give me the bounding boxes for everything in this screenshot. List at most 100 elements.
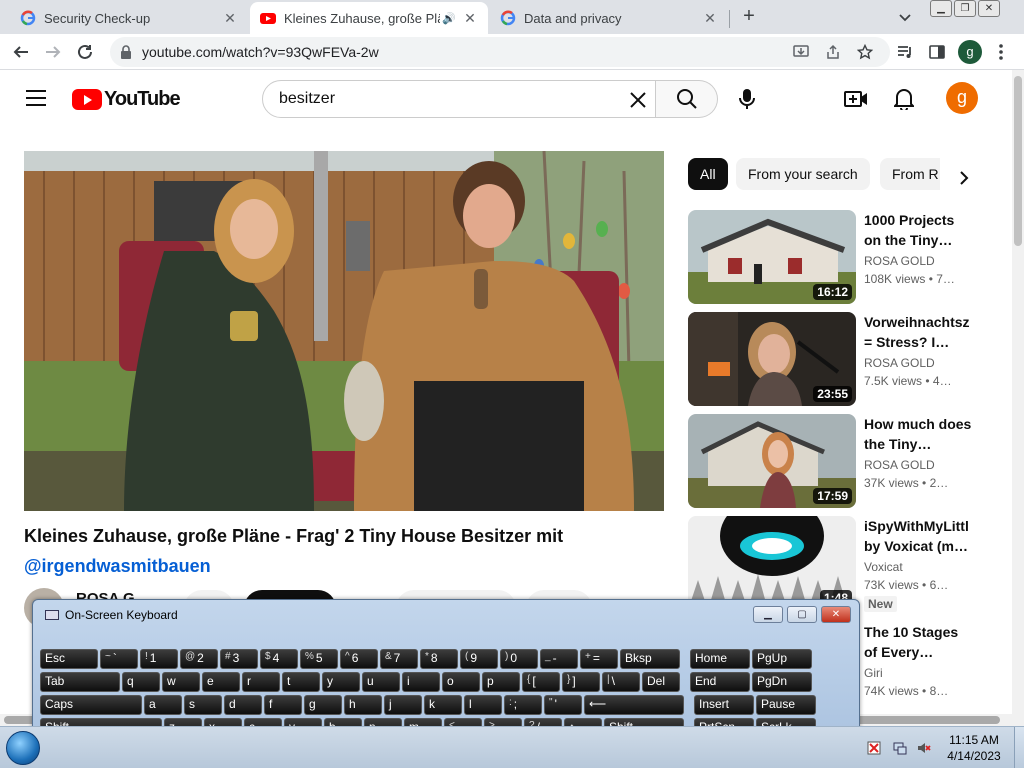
video-thumbnail[interactable]: 16:12 (688, 210, 856, 304)
lock-icon[interactable] (120, 45, 132, 59)
key[interactable]: }] (562, 672, 600, 692)
recommendation-item[interactable]: 1:48 iSpyWithMyLittl by Voxicat (m… Voxi… (688, 516, 1008, 612)
recommendation-channel[interactable]: Voxicat (864, 560, 903, 574)
key[interactable]: ^ 6 (340, 649, 378, 669)
osk-title-bar[interactable]: On-Screen Keyboard (45, 608, 178, 622)
tab-data-privacy[interactable]: Data and privacy ✕ (488, 2, 728, 34)
minimize-button[interactable]: ▁ (753, 606, 783, 623)
chevron-down-icon[interactable] (897, 9, 913, 25)
close-window-button[interactable]: ✕ (978, 0, 1000, 17)
hamburger-menu-icon[interactable] (26, 90, 46, 106)
key[interactable]: Del (642, 672, 680, 692)
volume-muted-icon[interactable] (916, 740, 932, 756)
key[interactable]: ~ ` (100, 649, 138, 669)
chip-all[interactable]: All (688, 158, 728, 190)
key[interactable]: _ - (540, 649, 578, 669)
vertical-scrollbar[interactable] (1012, 70, 1024, 730)
key[interactable]: #3 (220, 649, 258, 669)
recommendation-channel[interactable]: ROSA GOLD (864, 356, 935, 370)
key[interactable]: :; (504, 695, 542, 715)
recommendation-title[interactable]: Vorweihnachtsz = Stress? I… (864, 312, 972, 352)
speaker-icon[interactable]: 🔊 (442, 12, 456, 25)
chip-from-r[interactable]: From R (880, 158, 940, 190)
key[interactable]: ) 0 (500, 649, 538, 669)
key[interactable]: Tab (40, 672, 120, 692)
key[interactable]: o (442, 672, 480, 692)
youtube-logo[interactable]: YouTube (72, 88, 181, 111)
key[interactable]: r (242, 672, 280, 692)
recommendation-channel[interactable]: ROSA GOLD (864, 254, 935, 268)
video-thumbnail[interactable]: 23:55 (688, 312, 856, 406)
chevron-right-icon[interactable] (952, 166, 976, 190)
key[interactable]: PgUp (752, 649, 812, 669)
key[interactable]: Home (690, 649, 750, 669)
menu-kebab-icon[interactable] (990, 41, 1012, 63)
clear-search-icon[interactable] (626, 88, 650, 112)
key[interactable]: h (344, 695, 382, 715)
key[interactable]: | \ (602, 672, 640, 692)
minimize-button[interactable]: ▁ (930, 0, 952, 17)
key[interactable]: g (304, 695, 342, 715)
key[interactable]: (9 (460, 649, 498, 669)
create-video-icon[interactable] (844, 87, 868, 111)
recommendation-channel[interactable]: ROSA GOLD (864, 458, 935, 472)
key[interactable]: Esc (40, 649, 98, 669)
key[interactable]: f (264, 695, 302, 715)
url-text[interactable]: youtube.com/watch?v=93QwFEVa-2w (142, 44, 379, 60)
back-button[interactable] (10, 41, 32, 63)
reload-button[interactable] (74, 41, 96, 63)
microphone-icon[interactable] (735, 87, 759, 111)
key[interactable]: Insert (694, 695, 754, 715)
recommendation-item[interactable]: 23:55 Vorweihnachtsz = Stress? I… ROSA G… (688, 312, 1008, 408)
video-player[interactable] (24, 151, 664, 511)
key[interactable]: s (184, 695, 222, 715)
tab-security-checkup[interactable]: Security Check-up ✕ (0, 2, 248, 34)
key[interactable]: {[ (522, 672, 560, 692)
close-icon[interactable]: ✕ (222, 10, 238, 26)
key[interactable]: i (402, 672, 440, 692)
forward-button[interactable] (42, 41, 64, 63)
close-icon[interactable]: ✕ (702, 10, 718, 26)
system-clock[interactable]: 11:15 AM 4/14/2023 (944, 732, 1004, 764)
media-control-icon[interactable] (894, 41, 916, 63)
show-desktop-button[interactable] (1014, 727, 1024, 768)
scrollbar-thumb[interactable] (1014, 76, 1022, 246)
share-icon[interactable] (824, 43, 842, 61)
restore-button[interactable]: ❐ (954, 0, 976, 17)
key[interactable]: j (384, 695, 422, 715)
action-center-icon[interactable] (866, 740, 882, 756)
key[interactable]: e (202, 672, 240, 692)
notifications-bell-icon[interactable] (892, 87, 916, 111)
key[interactable]: q (122, 672, 160, 692)
search-button[interactable] (656, 80, 718, 118)
key[interactable]: % 5 (300, 649, 338, 669)
video-title-handle-link[interactable]: @irgendwasmitbauen (24, 556, 211, 577)
close-icon[interactable]: ✕ (462, 10, 478, 26)
recommendation-title[interactable]: The 10 Stages of Every… (864, 622, 972, 662)
search-input[interactable]: besitzer (262, 80, 656, 118)
key[interactable]: Bksp (620, 649, 680, 669)
recommendation-item[interactable]: 16:12 1000 Projects on the Tiny… ROSA GO… (688, 210, 1008, 306)
install-icon[interactable] (792, 43, 810, 61)
address-bar[interactable]: youtube.com/watch?v=93QwFEVa-2w (110, 37, 890, 67)
key[interactable]: + = (580, 649, 618, 669)
key[interactable]: End (690, 672, 750, 692)
video-thumbnail[interactable]: 1:48 (688, 516, 856, 610)
browser-profile-avatar[interactable]: g (958, 40, 982, 64)
key[interactable]: * 8 (420, 649, 458, 669)
key[interactable]: y (322, 672, 360, 692)
account-avatar[interactable]: g (946, 82, 978, 114)
key[interactable]: d (224, 695, 262, 715)
key[interactable]: k (424, 695, 462, 715)
recommendation-channel[interactable]: Giri (864, 666, 883, 680)
key[interactable]: ! 1 (140, 649, 178, 669)
key[interactable]: u (362, 672, 400, 692)
new-tab-button[interactable]: + (738, 5, 760, 27)
network-icon[interactable] (892, 740, 908, 756)
key[interactable]: a (144, 695, 182, 715)
key[interactable]: ⟵ (584, 695, 684, 715)
chip-from-your-search[interactable]: From your search (736, 158, 870, 190)
star-icon[interactable] (856, 43, 874, 61)
key[interactable]: & 7 (380, 649, 418, 669)
key[interactable]: Pause (756, 695, 816, 715)
